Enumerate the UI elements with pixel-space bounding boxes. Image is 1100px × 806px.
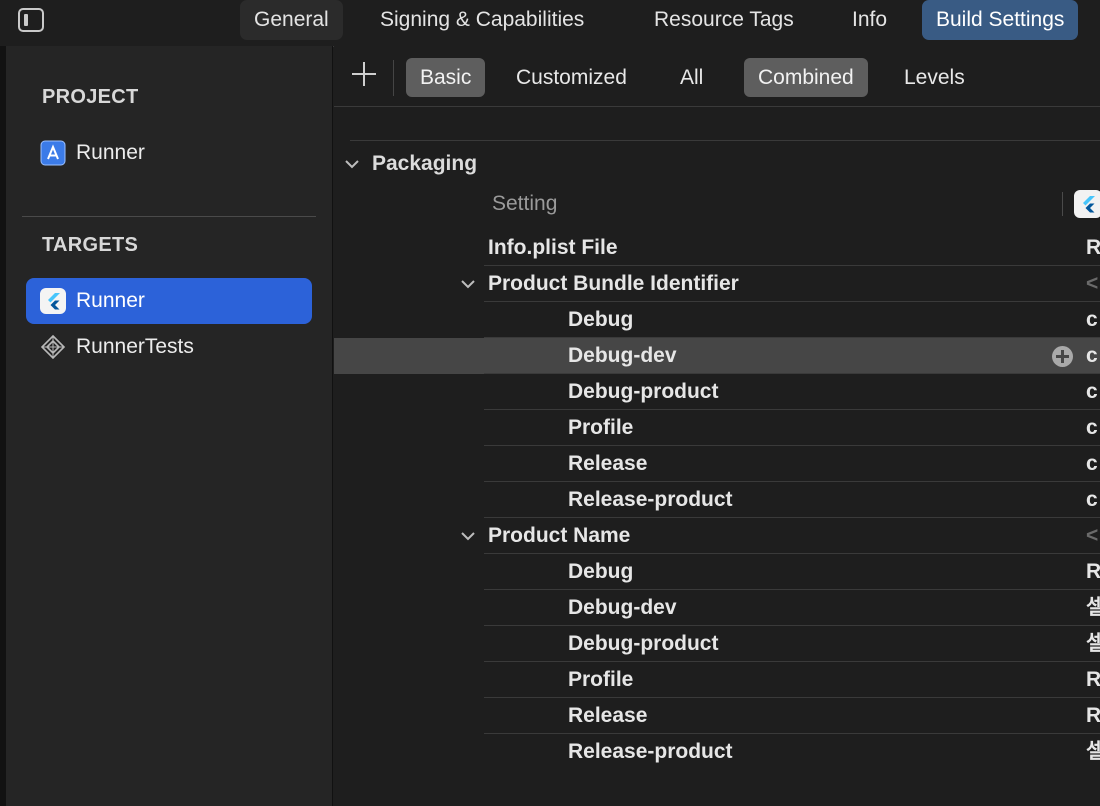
config-value[interactable]: c (1086, 338, 1100, 374)
toolbar-divider (393, 60, 394, 96)
filter-bar-line (350, 140, 1100, 141)
sidebar-item-target-runnertests[interactable]: RunnerTests (26, 324, 312, 370)
editor-tab-bar: General Signing & Capabilities Resource … (0, 0, 1100, 47)
build-settings-toolbar: Basic Customized All Combined Levels (334, 46, 1100, 107)
setting-value[interactable]: < (1086, 518, 1100, 554)
config-label: Debug (568, 308, 634, 331)
sidebar-item-label: RunnerTests (76, 335, 194, 358)
project-heading: PROJECT (42, 86, 139, 108)
test-bundle-icon (40, 334, 66, 360)
config-label: Debug-dev (568, 596, 677, 619)
tab-general[interactable]: General (240, 0, 343, 40)
targets-heading: TARGETS (42, 234, 139, 256)
config-row[interactable]: Profile R (484, 662, 1100, 698)
config-row[interactable]: Release R (484, 698, 1100, 734)
section-packaging[interactable]: Packaging (334, 146, 1100, 182)
project-target-sidebar: PROJECT Runner TARGETS Runner RunnerTest… (6, 46, 333, 806)
config-label: Debug-product (568, 380, 719, 403)
sidebar-divider (22, 216, 316, 217)
setting-label: Info.plist File (488, 236, 618, 259)
setting-column-label: Setting (492, 192, 558, 215)
filter-all[interactable]: All (666, 58, 717, 97)
config-label: Debug-dev (568, 344, 677, 367)
build-settings-editor: Basic Customized All Combined Levels Pac… (334, 46, 1100, 806)
tab-info[interactable]: Info (838, 0, 901, 40)
config-value[interactable]: c (1086, 410, 1100, 446)
config-value[interactable]: c (1086, 482, 1100, 518)
filter-customized[interactable]: Customized (502, 58, 641, 97)
setting-value[interactable]: R (1086, 230, 1100, 266)
settings-column-header: Setting (484, 186, 1100, 222)
flutter-app-icon (40, 288, 66, 314)
column-divider (1062, 192, 1063, 216)
tab-signing-capabilities[interactable]: Signing & Capabilities (366, 0, 598, 40)
tab-build-settings[interactable]: Build Settings (922, 0, 1079, 40)
view-levels[interactable]: Levels (890, 58, 979, 97)
sidebar-item-label: Runner (76, 289, 145, 312)
config-row[interactable]: Debug-product 셀 (484, 626, 1100, 662)
config-value[interactable]: c (1086, 446, 1100, 482)
config-row[interactable]: Release c (484, 446, 1100, 482)
add-condition-icon[interactable] (1052, 346, 1073, 367)
config-value[interactable]: 셀 (1086, 626, 1100, 662)
xcode-project-icon (40, 140, 66, 166)
setting-label: Product Bundle Identifier (488, 272, 739, 295)
sidebar-item-project-runner[interactable]: Runner (26, 130, 312, 176)
config-value[interactable]: 셀 (1086, 734, 1100, 770)
config-row[interactable]: Debug-dev c (484, 338, 1100, 374)
config-value[interactable]: R (1086, 662, 1100, 698)
plus-icon[interactable] (352, 62, 376, 86)
config-value[interactable]: R (1086, 698, 1100, 734)
config-row[interactable]: Debug-product c (484, 374, 1100, 410)
view-combined[interactable]: Combined (744, 58, 868, 97)
config-value[interactable]: R (1086, 554, 1100, 590)
config-label: Release-product (568, 740, 733, 763)
setting-row-bundle-identifier[interactable]: Product Bundle Identifier < (461, 266, 1100, 302)
setting-label: Product Name (488, 524, 631, 547)
flutter-target-icon (1074, 190, 1100, 218)
chevron-down-icon[interactable] (344, 156, 360, 177)
config-row[interactable]: Debug R (484, 554, 1100, 590)
chevron-down-icon[interactable] (460, 276, 476, 297)
config-row[interactable]: Release-product 셀 (484, 734, 1100, 770)
config-label: Debug (568, 560, 634, 583)
config-value[interactable]: c (1086, 374, 1100, 410)
config-value[interactable]: c (1086, 302, 1100, 338)
sidebar-item-label: Runner (76, 141, 145, 164)
config-label: Release (568, 452, 648, 475)
chevron-down-icon[interactable] (460, 528, 476, 549)
config-label: Profile (568, 668, 634, 691)
config-label: Profile (568, 416, 634, 439)
config-value[interactable]: 셀 (1086, 590, 1100, 626)
setting-row-product-name[interactable]: Product Name < (461, 518, 1100, 554)
config-label: Debug-product (568, 632, 719, 655)
config-row[interactable]: Profile c (484, 410, 1100, 446)
config-row[interactable]: Debug c (484, 302, 1100, 338)
config-label: Release-product (568, 488, 733, 511)
filter-basic[interactable]: Basic (406, 58, 486, 97)
sidebar-toggle-icon[interactable] (18, 8, 44, 32)
setting-row-info-plist[interactable]: Info.plist File R (484, 230, 1100, 266)
config-row[interactable]: Release-product c (484, 482, 1100, 518)
section-title: Packaging (372, 152, 478, 175)
setting-value[interactable]: < (1086, 266, 1100, 302)
sidebar-item-target-runner[interactable]: Runner (26, 278, 312, 324)
config-row[interactable]: Debug-dev 셀 (484, 590, 1100, 626)
config-label: Release (568, 704, 648, 727)
tab-resource-tags[interactable]: Resource Tags (640, 0, 808, 40)
